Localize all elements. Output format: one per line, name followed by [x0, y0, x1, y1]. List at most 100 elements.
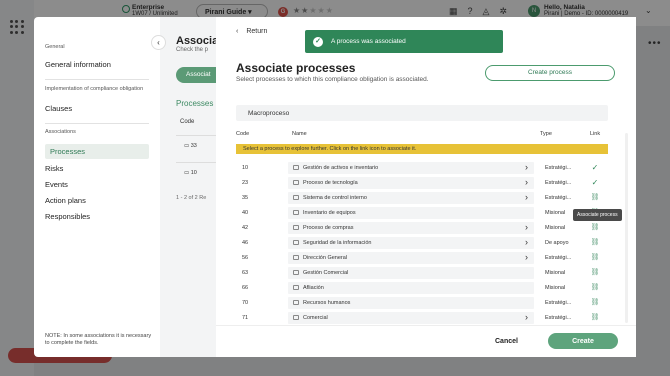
panel-title: Associa [176, 35, 216, 47]
chevron-right-icon[interactable]: › [525, 312, 528, 322]
folder-icon [293, 165, 299, 170]
link-icon[interactable]: ⛓ [589, 253, 601, 261]
row-code: 71 [242, 315, 249, 321]
folder-icon [293, 300, 299, 305]
panel-subtitle: Check the p [176, 47, 209, 53]
chevron-right-icon[interactable]: › [525, 192, 528, 202]
tab-processes[interactable]: Processes [176, 99, 213, 108]
column-header-code: Code [180, 119, 195, 125]
process-name-cell[interactable]: Gestión Comercial [288, 267, 534, 279]
folder-icon [293, 255, 299, 260]
table-row[interactable]: 23 Proceso de tecnología › Estratégi... ✓ [236, 177, 608, 192]
check-icon: ✓ [591, 163, 599, 172]
process-name-cell[interactable]: Seguridad de la información › [288, 237, 534, 249]
link-icon[interactable]: ⛓ [589, 298, 601, 306]
table-row[interactable]: 56 Dirección General › Estratégi... ⛓ [236, 252, 608, 267]
link-icon[interactable]: ⛓ [589, 268, 601, 276]
column-header-link: Link [590, 131, 601, 137]
table-row[interactable]: 10 Gestión de activos e inventario › Estrat… [236, 162, 608, 177]
section-title-general: General [45, 44, 65, 50]
chevron-right-icon[interactable]: › [525, 162, 528, 172]
process-name-cell[interactable]: Inventario de equipos [288, 207, 534, 219]
table-row[interactable]: 42 Proceso de compras › Misional ⛓ [236, 222, 608, 237]
nav-item-events[interactable]: Events [45, 180, 149, 189]
table-row[interactable]: ▭ 33 [176, 135, 216, 157]
nav-item-action-plans[interactable]: Action plans [45, 196, 149, 205]
process-name-cell[interactable]: Afliación [288, 282, 534, 294]
nav-item-risks[interactable]: Risks [45, 164, 149, 173]
process-name: Proceso de compras [303, 225, 354, 231]
section-title-associations: Associations [45, 129, 76, 135]
process-name-cell[interactable]: Proceso de tecnología › [288, 177, 534, 189]
link-icon[interactable]: ⛓ [589, 238, 601, 246]
link-icon[interactable]: ⛓ [589, 193, 601, 201]
association-nav-panel: General General information Implementati… [34, 17, 160, 357]
table-row[interactable]: 35 Sistema de control interno › Estratégi..… [236, 192, 608, 207]
scrollbar[interactable] [625, 133, 628, 323]
return-link[interactable]: ‹ Return [236, 28, 267, 35]
process-type: Estratégi... [545, 195, 572, 201]
chevron-right-icon[interactable]: › [525, 222, 528, 232]
table-row[interactable]: 40Inventario de equiposMisional⛓ [236, 207, 608, 222]
link-icon[interactable]: ⛓ [589, 223, 601, 231]
process-type: Estratégi... [545, 315, 572, 321]
process-name: Proceso de tecnología [303, 180, 358, 186]
process-name: Seguridad de la información [303, 240, 372, 246]
process-type: Estratégi... [545, 180, 572, 186]
row-code: 46 [242, 240, 249, 246]
table-row[interactable]: 63 Gestión Comercial Misional ⛓ [236, 267, 608, 282]
chevron-left-icon: ‹ [236, 28, 239, 35]
process-type: Misional [545, 210, 566, 216]
table-row[interactable]: 46 Seguridad de la información › De apoyo ⛓ [236, 237, 608, 252]
associate-button[interactable]: Associat [176, 67, 216, 83]
section-title-implementation: Implementation of compliance obligation [45, 86, 144, 92]
process-name: Gestión Comercial [303, 270, 349, 276]
nav-item-general-information[interactable]: General information [45, 60, 149, 69]
row-code: 23 [242, 180, 249, 186]
process-name-cell[interactable]: Gestión de activos e inventario › [288, 162, 534, 174]
process-name-cell[interactable]: Dirección General › [288, 252, 534, 264]
chevron-right-icon[interactable]: › [525, 252, 528, 262]
process-name-cell[interactable]: Proceso de compras › [288, 222, 534, 234]
link-icon[interactable]: ⛓ [589, 313, 601, 321]
folder-icon [293, 240, 299, 245]
pagination-info: 1 - 2 of 2 Re [176, 195, 207, 201]
success-toast: ✓ A process was associated [305, 30, 503, 53]
chevron-right-icon[interactable]: › [525, 237, 528, 247]
cancel-button[interactable]: Cancel [495, 338, 518, 345]
row-code: 66 [242, 285, 249, 291]
association-note: NOTE: In some associations it is necessa… [45, 333, 152, 346]
folder-icon [293, 315, 299, 320]
process-name: Inventario de equipos [303, 210, 356, 216]
table-row[interactable]: ▭ 10 [176, 162, 216, 184]
divider [45, 79, 149, 80]
folder-icon [293, 180, 299, 185]
table-row[interactable]: 70 Recursos humanos Estratégi... ⛓ [236, 297, 608, 312]
row-code: 10 [190, 170, 197, 176]
process-name: Recursos humanos [303, 300, 351, 306]
link-icon[interactable]: ⛓ [589, 283, 601, 291]
check-circle-icon: ✓ [313, 36, 323, 47]
create-button[interactable]: Create [548, 333, 618, 349]
column-header-name: Name [292, 131, 307, 137]
chevron-right-icon[interactable]: › [525, 177, 528, 187]
process-name: Comercial [303, 315, 328, 321]
nav-item-clauses[interactable]: Clauses [45, 104, 149, 113]
process-name: Afliación [303, 285, 324, 291]
associations-list-panel: Associa Check the p Associat Processes C… [160, 17, 216, 357]
search-input[interactable] [236, 105, 608, 121]
collapse-panel-button[interactable]: ‹ [151, 35, 166, 50]
toast-message: A process was associated [331, 38, 406, 45]
table-row[interactable]: 66 Afliación Misional ⛓ [236, 282, 608, 297]
column-header-code: Code [236, 131, 250, 137]
process-name-cell[interactable]: Comercial › [288, 312, 534, 324]
folder-icon [293, 195, 299, 200]
process-type: Estratégi... [545, 255, 572, 261]
folder-icon [293, 225, 299, 230]
process-name-cell[interactable]: Sistema de control interno › [288, 192, 534, 204]
create-process-button[interactable]: Create process [485, 65, 615, 81]
nav-item-responsibles[interactable]: Responsibles [45, 212, 149, 221]
dialog-subtitle: Select processes to which this complianc… [236, 76, 429, 83]
nav-item-processes[interactable]: Processes [45, 144, 149, 159]
process-name-cell[interactable]: Recursos humanos [288, 297, 534, 309]
